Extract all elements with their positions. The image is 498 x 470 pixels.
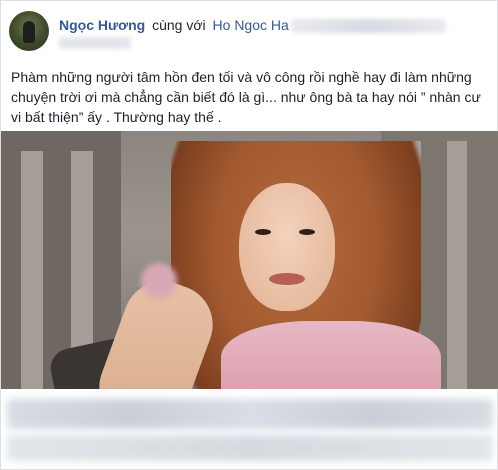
right-eye [299, 229, 315, 235]
building-column [447, 141, 467, 389]
blurred-timestamp [59, 37, 131, 49]
author-avatar[interactable] [9, 11, 49, 51]
pink-top [221, 321, 441, 389]
left-eye [255, 229, 271, 235]
with-text: cùng với [152, 17, 206, 33]
post-photo[interactable] [1, 131, 498, 389]
face [239, 183, 335, 311]
tagged-name-link[interactable]: Ho Ngoc Ha [213, 17, 289, 33]
facebook-post: Ngọc Hương cùng với Ho Ngoc Ha Phàm nhữn… [0, 0, 498, 470]
blurred-reactions-bar [7, 399, 493, 429]
pink-accessory [141, 263, 177, 299]
author-name-link[interactable]: Ngọc Hương [59, 17, 145, 33]
blurred-name-area [291, 19, 446, 33]
building-column [21, 151, 43, 389]
blurred-actions-bar [7, 435, 493, 461]
post-caption: Phàm những người tâm hồn đen tối và vô c… [11, 69, 481, 125]
avatar-figure [23, 21, 35, 43]
author-line: Ngọc Hương cùng với Ho Ngoc Ha [59, 17, 289, 33]
lips [269, 273, 305, 285]
post-header: Ngọc Hương cùng với Ho Ngoc Ha [9, 11, 489, 57]
